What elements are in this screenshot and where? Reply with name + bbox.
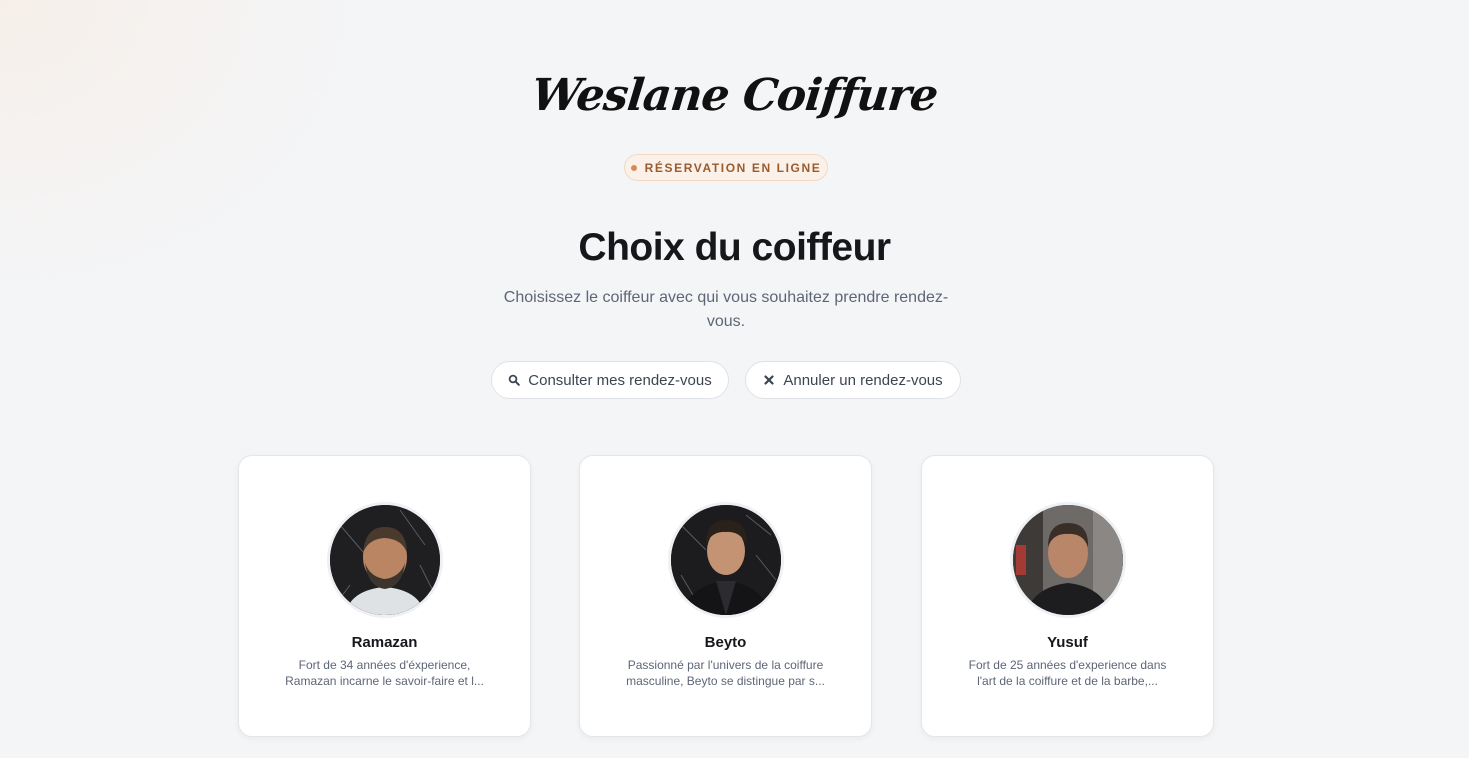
cancel-appointment-label: Annuler un rendez-vous [783,371,943,389]
consult-appointments-button[interactable]: Consulter mes rendez-vous [491,361,729,399]
online-booking-badge: RÉSERVATION EN LIGNE [624,154,828,181]
consult-appointments-label: Consulter mes rendez-vous [528,371,712,389]
page-subtitle: Choisissez le coiffeur avec qui vous sou… [503,289,949,330]
cancel-appointment-button[interactable]: Annuler un rendez-vous [745,361,961,399]
barber-name: Ramazan [351,634,418,651]
barber-card-ramazan[interactable]: Ramazan Fort de 34 années d'éxperience, … [238,455,531,737]
search-icon [508,374,521,386]
barber-description: Passionné par l'univers de la coiffure m… [626,658,825,688]
page-title: Choix du coiffeur [578,226,891,269]
barber-name: Beyto [704,634,747,651]
barber-description: Fort de 25 années d'experience dans l'ar… [968,658,1167,688]
barber-card-yusuf[interactable]: Yusuf Fort de 25 années d'experience dan… [921,455,1214,737]
barber-card-beyto[interactable]: Beyto Passionné par l'univers de la coif… [579,455,872,737]
badge-label: RÉSERVATION EN LIGNE [644,160,822,175]
brand-logo: Weslane Coiffure [529,70,940,121]
avatar [667,502,784,618]
status-dot-icon [630,164,637,171]
close-icon [763,374,775,386]
barber-name: Yusuf [1047,634,1088,651]
avatar [1009,502,1126,618]
barber-description: Fort de 34 années d'éxperience, Ramazan … [285,658,484,688]
avatar [326,502,443,618]
